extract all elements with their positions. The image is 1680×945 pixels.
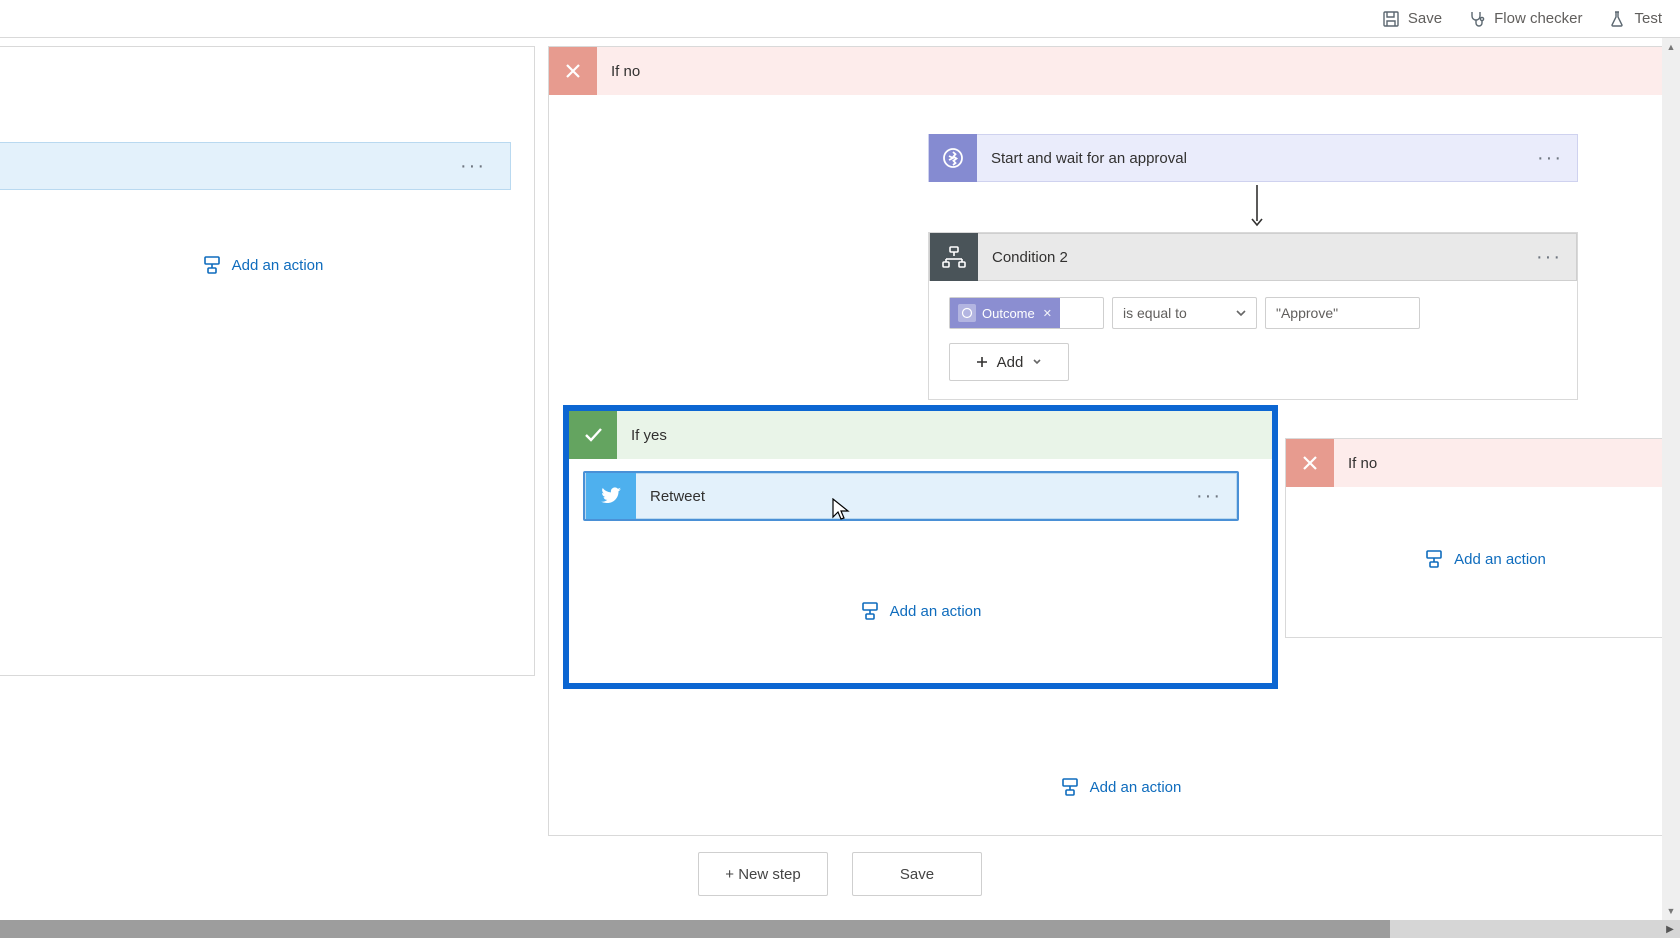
condition-body: Outcome ✕ is equal to "Approve" Add xyxy=(929,281,1577,399)
bottom-button-bar: + New step Save xyxy=(0,852,1680,896)
add-action-button[interactable]: Add an action xyxy=(1060,777,1182,797)
add-action-label: Add an action xyxy=(1454,551,1546,568)
ifno-header[interactable]: If no xyxy=(1286,439,1680,487)
test-button[interactable]: Test xyxy=(1608,10,1662,28)
flow-arrow-icon xyxy=(1250,185,1264,227)
scroll-thumb[interactable] xyxy=(0,920,1390,938)
add-label: Add xyxy=(997,354,1024,371)
condition-title: Condition 2 xyxy=(978,249,1068,266)
flask-icon xyxy=(1608,10,1626,28)
ifno-title: If no xyxy=(1334,455,1377,472)
remove-chip-icon[interactable]: ✕ xyxy=(1043,307,1052,320)
ifyes-header[interactable]: If yes xyxy=(569,411,1272,459)
save-label: Save xyxy=(1408,10,1442,27)
add-action-icon xyxy=(1424,549,1444,569)
outer-ifyes-branch: d ··· Add an action xyxy=(0,46,535,676)
outcome-chip-label: Outcome xyxy=(982,306,1035,321)
add-action-icon xyxy=(860,601,880,621)
condition-add-button[interactable]: Add xyxy=(949,343,1069,381)
approval-title: Start and wait for an approval xyxy=(977,150,1187,167)
operator-label: is equal to xyxy=(1123,305,1187,321)
retweet-title: Retweet xyxy=(636,488,705,505)
retweet-action-card[interactable]: Retweet ··· xyxy=(583,471,1239,521)
condition-value-input[interactable]: "Approve" xyxy=(1265,297,1420,329)
save-icon xyxy=(1382,10,1400,28)
test-label: Test xyxy=(1634,10,1662,27)
ifno-title: If no xyxy=(597,63,640,80)
add-action-button[interactable]: Add an action xyxy=(860,601,982,621)
vertical-scrollbar[interactable]: ▲ ▼ xyxy=(1662,38,1680,920)
flow-canvas[interactable]: d ··· Add an action If no xyxy=(0,38,1680,938)
ifyes-title: If yes xyxy=(617,427,667,444)
approval-card[interactable]: Start and wait for an approval ··· xyxy=(928,134,1578,182)
flow-checker-button[interactable]: Flow checker xyxy=(1468,10,1582,28)
add-action-label: Add an action xyxy=(1090,779,1182,796)
plus-icon xyxy=(975,355,989,369)
inner-ifno-branch: If no Add an action xyxy=(1285,438,1680,638)
chevron-down-icon xyxy=(1031,356,1043,368)
condition-icon xyxy=(930,233,978,281)
x-icon xyxy=(1286,439,1334,487)
condition-left-operand[interactable]: Outcome ✕ xyxy=(949,297,1104,329)
condition-operator-dropdown[interactable]: is equal to xyxy=(1112,297,1257,329)
add-action-icon xyxy=(202,255,222,275)
scroll-down-icon[interactable]: ▼ xyxy=(1662,902,1680,920)
add-action-label: Add an action xyxy=(890,603,982,620)
condition-card[interactable]: Condition 2 ··· Outcome ✕ is equal to xyxy=(928,232,1578,400)
scroll-right-icon[interactable]: ▶ xyxy=(1660,920,1680,938)
x-icon xyxy=(549,47,597,95)
add-action-icon xyxy=(1060,777,1080,797)
inner-ifyes-branch-selected[interactable]: If yes Retweet ··· Add an action xyxy=(563,405,1278,689)
new-step-button[interactable]: + New step xyxy=(698,852,828,896)
twitter-icon xyxy=(586,473,636,519)
save-flow-button[interactable]: Save xyxy=(852,852,982,896)
ifno-header[interactable]: If no xyxy=(549,47,1680,95)
top-toolbar: tter Save Flow checker Test xyxy=(0,0,1680,38)
save-button[interactable]: Save xyxy=(1382,10,1442,28)
add-action-button[interactable]: Add an action xyxy=(202,255,324,275)
add-action-button[interactable]: Add an action xyxy=(1424,549,1546,569)
scroll-up-icon[interactable]: ▲ xyxy=(1662,38,1680,56)
stethoscope-icon xyxy=(1468,10,1486,28)
chevron-down-icon xyxy=(1234,306,1248,320)
flow-checker-label: Flow checker xyxy=(1494,10,1582,27)
add-action-label: Add an action xyxy=(232,257,324,274)
horizontal-scrollbar[interactable]: ▶ xyxy=(0,920,1680,938)
partial-action-card[interactable]: d ··· xyxy=(0,142,511,190)
approval-icon xyxy=(929,134,977,182)
check-icon xyxy=(569,411,617,459)
approval-mini-icon xyxy=(958,304,976,322)
condition-value: "Approve" xyxy=(1276,305,1338,321)
